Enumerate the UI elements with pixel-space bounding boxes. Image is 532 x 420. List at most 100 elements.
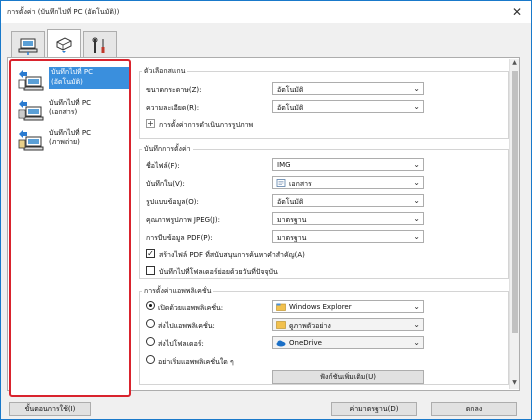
image-processing-label: การตั้งค่าการดำเนินการรูปภาพ [159, 121, 254, 129]
settings-window: การตั้งค่า (บันทึกไปที่ PC (อัตโนมัติ)) … [0, 0, 532, 420]
app-settings-group: การตั้งค่าแอพพลิเคชั่น เปิดด้วยแอพพลิเคช… [139, 286, 510, 385]
keyword-pdf-checkbox[interactable]: ✓ [146, 249, 155, 258]
jpeg-quality-row: คุณภาพรูปภาพ JPEG(J): มาตรฐาน ⌄ [140, 212, 510, 226]
paper-size-value: อัตโนมัติ [277, 86, 304, 94]
subfolder-checkbox[interactable] [146, 266, 155, 275]
sidebar-item-label-line1: บันทึกไปที่ PC [49, 129, 91, 137]
chevron-down-icon: ⌄ [413, 178, 420, 187]
chevron-down-icon: ⌄ [413, 102, 420, 111]
pdf-compression-dropdown[interactable]: มาตรฐาน ⌄ [272, 230, 424, 243]
jpeg-quality-value: มาตรฐาน [277, 216, 307, 224]
settings-scroll-area: ตัวเลือกสแกน ขนาดกระดาษ(Z): อัตโนมัติ ⌄ … [135, 59, 519, 389]
sidebar-item-save-auto[interactable]: บันทึกไปที่ PC (อัตโนมัติ) [15, 65, 129, 95]
send-to-app-value: ดูภาพตัวอย่าง [289, 322, 331, 330]
send-to-folder-row: ส่งไปโฟลเดอร์: OneDrive ⌄ [140, 336, 510, 350]
sidebar-item-label-line1: บันทึกไปที่ PC [49, 99, 91, 107]
scrollbar-thumb[interactable] [512, 71, 518, 333]
sidebar-item-save-photo[interactable]: บันทึกไปที่ PC (ภาพถ่าย) [15, 125, 129, 155]
more-functions-button[interactable]: ฟังก์ชันเพิ่มเติม(U) [272, 370, 424, 384]
pdf-compression-label: การบีบข้อมูล PDF(P): [146, 234, 213, 242]
scan-options-group: ตัวเลือกสแกน ขนาดกระดาษ(Z): อัตโนมัติ ⌄ … [139, 66, 510, 139]
resolution-row: ความละเอียด(R): อัตโนมัติ ⌄ [140, 100, 510, 114]
send-to-app-row: ส่งไปแอพพลิเคชั่น: ดูภาพตัวอย่าง ⌄ [140, 318, 510, 332]
paper-size-label: ขนาดกระดาษ(Z): [146, 86, 202, 94]
ok-button[interactable]: ตกลง [431, 402, 517, 416]
folder-documents-icon [276, 179, 286, 187]
jpeg-quality-label: คุณภาพรูปภาพ JPEG(J): [146, 216, 220, 224]
no-app-radio[interactable] [146, 355, 155, 364]
send-to-folder-label[interactable]: ส่งไปโฟลเดอร์: [158, 339, 204, 350]
open-with-dropdown[interactable]: Windows Explorer ⌄ [272, 300, 424, 313]
open-with-radio[interactable] [146, 301, 155, 310]
send-to-app-radio[interactable] [146, 319, 155, 328]
resolution-dropdown[interactable]: อัตโนมัติ ⌄ [272, 100, 424, 113]
sidebar-item-label-line2: (เอกสาร) [49, 108, 78, 116]
data-format-row: รูปแบบข้อมูล(O): อัตโนมัติ ⌄ [140, 194, 510, 208]
no-app-label[interactable]: อย่าเริ่มแอพพลิเคชั่นใด ๆ [158, 357, 234, 368]
windows-explorer-icon [276, 303, 286, 311]
sidebar-item-label-line1: บันทึกไปที่ PC [51, 68, 93, 76]
save-photo-icon [18, 130, 44, 151]
window-title: การตั้งค่า (บันทึกไปที่ PC (อัตโนมัติ)) [7, 8, 120, 16]
chevron-down-icon: ⌄ [413, 320, 420, 329]
send-to-app-dropdown[interactable]: ดูภาพตัวอย่าง ⌄ [272, 318, 424, 331]
title-bar: การตั้งค่า (บันทึกไปที่ PC (อัตโนมัติ)) … [1, 1, 531, 23]
onedrive-icon [276, 340, 286, 347]
save-in-dropdown[interactable]: เอกสาร ⌄ [272, 176, 424, 189]
chevron-down-icon: ⌄ [413, 214, 420, 223]
scan-options-title: ตัวเลือกสแกน [142, 66, 188, 77]
file-name-value: IMG [277, 161, 291, 169]
jpeg-quality-dropdown[interactable]: มาตรฐาน ⌄ [272, 212, 424, 225]
send-to-folder-dropdown[interactable]: OneDrive ⌄ [272, 336, 424, 349]
save-in-label: บันทึกใน(V): [146, 180, 185, 188]
tools-icon [92, 37, 105, 53]
expand-plus-icon[interactable]: + [146, 119, 155, 128]
data-format-label: รูปแบบข้อมูล(O): [146, 198, 199, 206]
scroll-up-icon[interactable]: ▲ [510, 59, 519, 69]
data-format-dropdown[interactable]: อัตโนมัติ ⌄ [272, 194, 424, 207]
save-in-row: บันทึกใน(V): เอกสาร ⌄ [140, 176, 510, 190]
no-app-row: อย่าเริ่มแอพพลิเคชั่นใด ๆ [140, 354, 510, 368]
scanner-icon [56, 36, 72, 53]
tab-general-settings[interactable] [83, 31, 117, 59]
send-to-app-label[interactable]: ส่งไปแอพพลิเคชั่น: [158, 321, 215, 332]
pdf-compression-row: การบีบข้อมูล PDF(P): มาตรฐาน ⌄ [140, 230, 510, 244]
resolution-value: อัตโนมัติ [277, 104, 304, 112]
preview-icon [276, 321, 286, 329]
open-with-label[interactable]: เปิดด้วยแอพพลิเคชั่น: [158, 303, 223, 314]
defaults-button[interactable]: ค่ามาตรฐาน(D) [331, 402, 417, 416]
sidebar-item-save-document[interactable]: บันทึกไปที่ PC (เอกสาร) [15, 95, 129, 125]
send-to-folder-value: OneDrive [289, 339, 322, 347]
send-to-folder-radio[interactable] [146, 337, 155, 346]
app-settings-title: การตั้งค่าแอพพลิเคชั่น [142, 286, 214, 297]
save-document-icon [18, 100, 44, 121]
save-in-value: เอกสาร [289, 180, 312, 188]
data-format-value: อัตโนมัติ [277, 198, 304, 206]
chevron-down-icon: ⌄ [413, 84, 420, 93]
sidebar-item-label: บันทึกไปที่ PC (ภาพถ่าย) [49, 129, 91, 147]
open-with-value: Windows Explorer [289, 303, 352, 311]
paper-size-row: ขนาดกระดาษ(Z): อัตโนมัติ ⌄ [140, 82, 510, 96]
paper-size-dropdown[interactable]: อัตโนมัติ ⌄ [272, 82, 424, 95]
sidebar-item-label: บันทึกไปที่ PC (อัตโนมัติ) [49, 67, 129, 89]
file-name-dropdown[interactable]: IMG ⌄ [272, 158, 424, 171]
save-auto-icon [18, 70, 44, 91]
pdf-compression-value: มาตรฐาน [277, 234, 307, 242]
subfolder-label: บันทึกไปที่โฟลเดอร์ย่อยด้วยวันที่ปัจจุบั… [159, 268, 278, 276]
scroll-down-icon[interactable]: ▼ [510, 379, 519, 389]
sidebar-item-label: บันทึกไปที่ PC (เอกสาร) [49, 99, 91, 117]
file-name-label: ชื่อไฟล์(F): [146, 162, 180, 170]
vertical-scrollbar[interactable]: ▲ ▼ [509, 59, 519, 389]
save-settings-group: บันทึกการตั้งค่า ชื่อไฟล์(F): IMG ⌄ บันท… [139, 144, 510, 279]
instructions-button[interactable]: ขั้นตอนการใช้(I) [9, 402, 91, 416]
sidebar-item-label-line2: (ภาพถ่าย) [49, 138, 80, 146]
chevron-down-icon: ⌄ [413, 160, 420, 169]
keyword-pdf-label: สร้างไฟล์ PDF ที่สนับสนุนการค้นหาคำสำคัญ… [159, 251, 305, 259]
computer-scan-icon [18, 38, 38, 55]
save-settings-title: บันทึกการตั้งค่า [142, 144, 193, 155]
tab-scan-from-operation-panel[interactable] [47, 29, 81, 59]
tab-scan-from-computer[interactable] [11, 31, 45, 59]
open-with-row: เปิดด้วยแอพพลิเคชั่น: Windows Explorer ⌄ [140, 300, 510, 314]
chevron-down-icon: ⌄ [413, 302, 420, 311]
close-icon[interactable]: ✕ [509, 4, 525, 20]
